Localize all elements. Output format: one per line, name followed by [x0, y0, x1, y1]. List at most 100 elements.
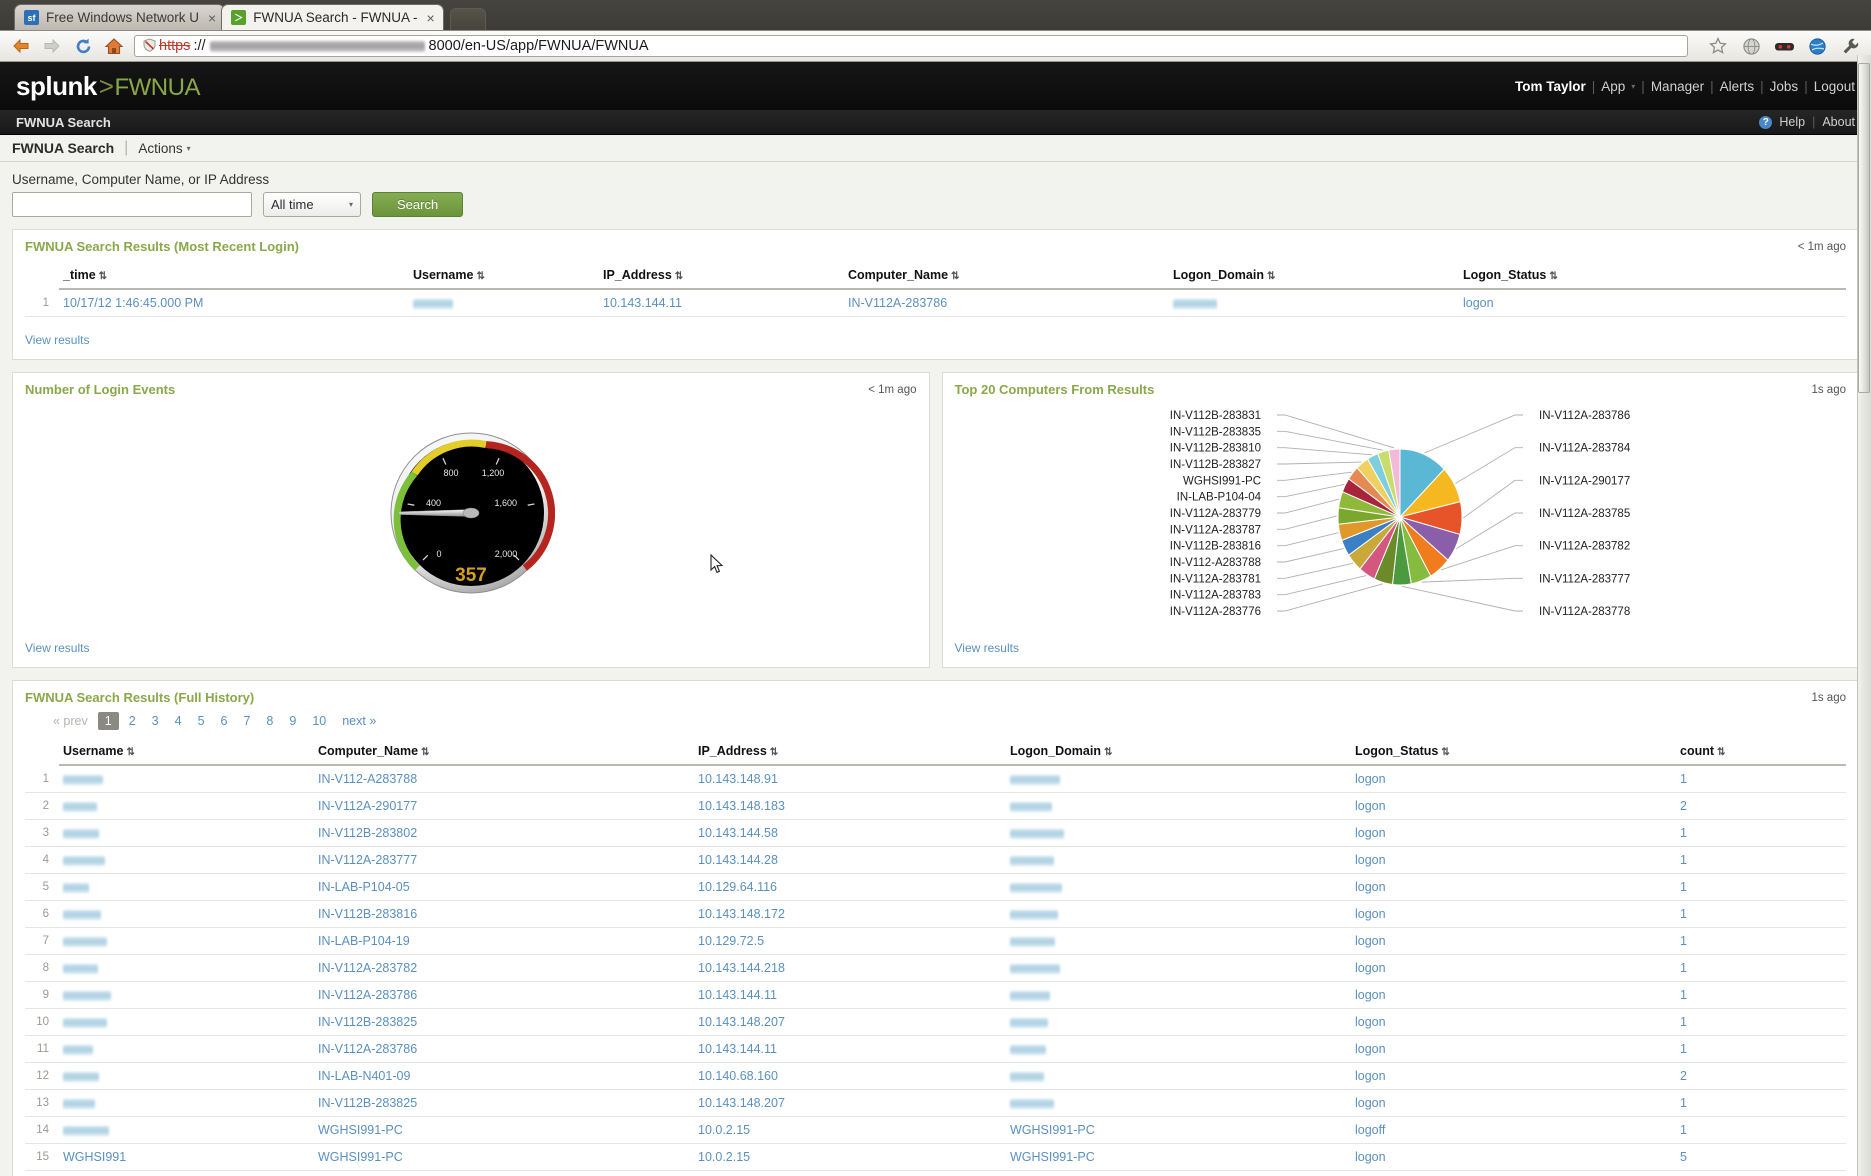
cell-logon-domain[interactable] — [1006, 819, 1351, 847]
cell-ip-address[interactable]: 10.143.144.28 — [694, 846, 1006, 874]
cell-username[interactable] — [409, 289, 599, 317]
back-icon[interactable] — [10, 35, 32, 57]
col-logon-status[interactable]: Logon_Status ⇅ — [1351, 738, 1676, 766]
cell-logon-domain[interactable] — [1006, 846, 1351, 874]
cell-count[interactable]: 1 — [1676, 765, 1846, 793]
home-icon[interactable] — [103, 35, 125, 57]
view-results-link[interactable]: View results — [25, 333, 89, 347]
col-time[interactable]: _time ⇅ — [59, 262, 409, 290]
cell-computer-name[interactable]: IN-V112A-290177 — [314, 792, 694, 820]
cell-username[interactable] — [59, 1062, 314, 1090]
table-row[interactable]: 16 IN-V112B-28382410.143.144.141 logon1 — [25, 1170, 1846, 1176]
cell-username[interactable] — [59, 927, 314, 955]
search-button[interactable]: Search — [372, 192, 464, 217]
col-ip-address[interactable]: IP_Address ⇅ — [694, 738, 1006, 766]
pagination-next[interactable]: next » — [336, 712, 382, 730]
cell-count[interactable]: 2 — [1676, 1062, 1846, 1090]
nav-alerts[interactable]: Alerts — [1720, 79, 1755, 94]
pagination-page-10[interactable]: 10 — [306, 712, 332, 730]
cell-logon-domain[interactable] — [1006, 1035, 1351, 1063]
cell-ip-address[interactable]: 10.0.2.15 — [694, 1143, 1006, 1171]
table-row[interactable]: 6 IN-V112B-283816 10.143.148.172 logon 1 — [25, 900, 1846, 928]
cell-username[interactable] — [59, 819, 314, 847]
cell-count[interactable]: 1 — [1676, 819, 1846, 847]
search-input[interactable] — [12, 192, 252, 217]
cell-ip-address[interactable]: 10.143.148.91 — [694, 765, 1006, 793]
browser-tab-1[interactable]: ＞ FWNUA Search - FWNUA - × — [221, 4, 444, 30]
pagination-page-2[interactable]: 2 — [123, 712, 142, 730]
nav-app[interactable]: App — [1601, 79, 1625, 94]
globe-icon[interactable] — [1740, 35, 1762, 57]
table-row[interactable]: 10 IN-V112B-283825 10.143.148.207 logon 1 — [25, 1008, 1846, 1036]
col-count[interactable]: count ⇅ — [1676, 738, 1846, 766]
cell-logon-status[interactable]: logon — [1351, 981, 1676, 1009]
cell-computer-name[interactable]: WGHSI991-PC — [314, 1116, 694, 1144]
cell-count[interactable]: 1 — [1676, 846, 1846, 874]
pagination-page-6[interactable]: 6 — [215, 712, 234, 730]
col-logon-domain[interactable]: Logon_Domain ⇅ — [1169, 262, 1459, 290]
cell-count[interactable]: 1 — [1676, 900, 1846, 928]
cell-logon-status[interactable]: logon — [1351, 1035, 1676, 1063]
cell-computer-name[interactable]: IN-LAB-P104-05 — [314, 873, 694, 901]
cell-logon-status[interactable]: logon — [1351, 846, 1676, 874]
cell-logon-status[interactable]: logoff — [1351, 1116, 1676, 1144]
table-row[interactable]: 14 WGHSI991-PC 10.0.2.15 WGHSI991-PC logoff 1 — [25, 1116, 1846, 1144]
cell-logon-status[interactable]: logon — [1351, 927, 1676, 955]
actions-menu[interactable]: Actions ▾ — [138, 141, 190, 156]
cell-username[interactable] — [59, 873, 314, 901]
cell-username[interactable] — [59, 1008, 314, 1036]
cell-logon-domain[interactable] — [1006, 1170, 1351, 1176]
cell-ip-address[interactable]: 10.140.68.160 — [694, 1062, 1006, 1090]
new-tab-button[interactable] — [449, 8, 486, 30]
cell-logon-domain[interactable] — [1006, 765, 1351, 793]
splunk-logo[interactable]: splunk>FWNUA — [16, 71, 200, 102]
table-row[interactable]: 8 IN-V112A-283782 10.143.144.218 logon 1 — [25, 954, 1846, 982]
cell-ip-address[interactable]: 10.129.72.5 — [694, 927, 1006, 955]
table-row[interactable]: 9 IN-V112A-283786 10.143.144.11 logon 1 — [25, 981, 1846, 1009]
browser-tab-0[interactable]: sf Free Windows Network U × — [14, 4, 226, 30]
help-link[interactable]: Help — [1779, 115, 1805, 129]
chevron-down-icon[interactable]: ▾ — [1631, 82, 1635, 91]
nav-jobs[interactable]: Jobs — [1770, 79, 1799, 94]
cell-computer-name[interactable]: WGHSI991-PC — [314, 1143, 694, 1171]
cell-username[interactable] — [59, 765, 314, 793]
cell-username[interactable] — [59, 1116, 314, 1144]
time-range-select[interactable]: All time ▾ — [263, 192, 361, 217]
pagination-page-9[interactable]: 9 — [283, 712, 302, 730]
cell-username[interactable] — [59, 981, 314, 1009]
cell-logon-domain[interactable] — [1006, 792, 1351, 820]
cell-ip-address[interactable]: 10.129.64.116 — [694, 873, 1006, 901]
pagination-page-3[interactable]: 3 — [146, 712, 165, 730]
close-icon[interactable]: × — [427, 10, 435, 26]
col-computer-name[interactable]: Computer_Name ⇅ — [314, 738, 694, 766]
table-row[interactable]: 3 IN-V112B-283802 10.143.144.58 logon 1 — [25, 819, 1846, 847]
cell-username[interactable] — [59, 846, 314, 874]
mask-icon[interactable] — [1773, 35, 1795, 57]
cell-logon-domain[interactable] — [1006, 1089, 1351, 1117]
cell-logon-status[interactable]: logon — [1351, 792, 1676, 820]
app-nav-title[interactable]: FWNUA Search — [16, 115, 111, 130]
cell-logon-status[interactable]: logon — [1351, 954, 1676, 982]
cell-count[interactable]: 1 — [1676, 873, 1846, 901]
cell-logon-domain[interactable] — [1169, 289, 1459, 317]
col-computer-name[interactable]: Computer_Name ⇅ — [844, 262, 1169, 290]
about-link[interactable]: About — [1822, 115, 1855, 129]
cell-count[interactable]: 1 — [1676, 1008, 1846, 1036]
col-logon-domain[interactable]: Logon_Domain ⇅ — [1006, 738, 1351, 766]
cell-username[interactable] — [59, 1035, 314, 1063]
table-row[interactable]: 7 IN-LAB-P104-19 10.129.72.5 logon 1 — [25, 927, 1846, 955]
cell-logon-domain[interactable] — [1006, 927, 1351, 955]
cell-ip-address[interactable]: 10.143.148.183 — [694, 792, 1006, 820]
cell-computer-name[interactable]: IN-V112A-283786 — [844, 289, 1169, 317]
cell-count[interactable]: 1 — [1676, 1170, 1846, 1176]
table-row[interactable]: 12 IN-LAB-N401-09 10.140.68.160 logon 2 — [25, 1062, 1846, 1090]
cell-username[interactable] — [59, 792, 314, 820]
pagination-page-4[interactable]: 4 — [169, 712, 188, 730]
cell-computer-name[interactable]: IN-V112B-283824 — [314, 1170, 694, 1176]
col-logon-status[interactable]: Logon_Status ⇅ — [1459, 262, 1846, 290]
cell-ip-address[interactable]: 10.143.144.218 — [694, 954, 1006, 982]
nav-manager[interactable]: Manager — [1651, 79, 1704, 94]
col-username[interactable]: Username ⇅ — [409, 262, 599, 290]
cell-logon-status[interactable]: logon — [1351, 1170, 1676, 1176]
cell-ip-address[interactable]: 10.143.148.172 — [694, 900, 1006, 928]
